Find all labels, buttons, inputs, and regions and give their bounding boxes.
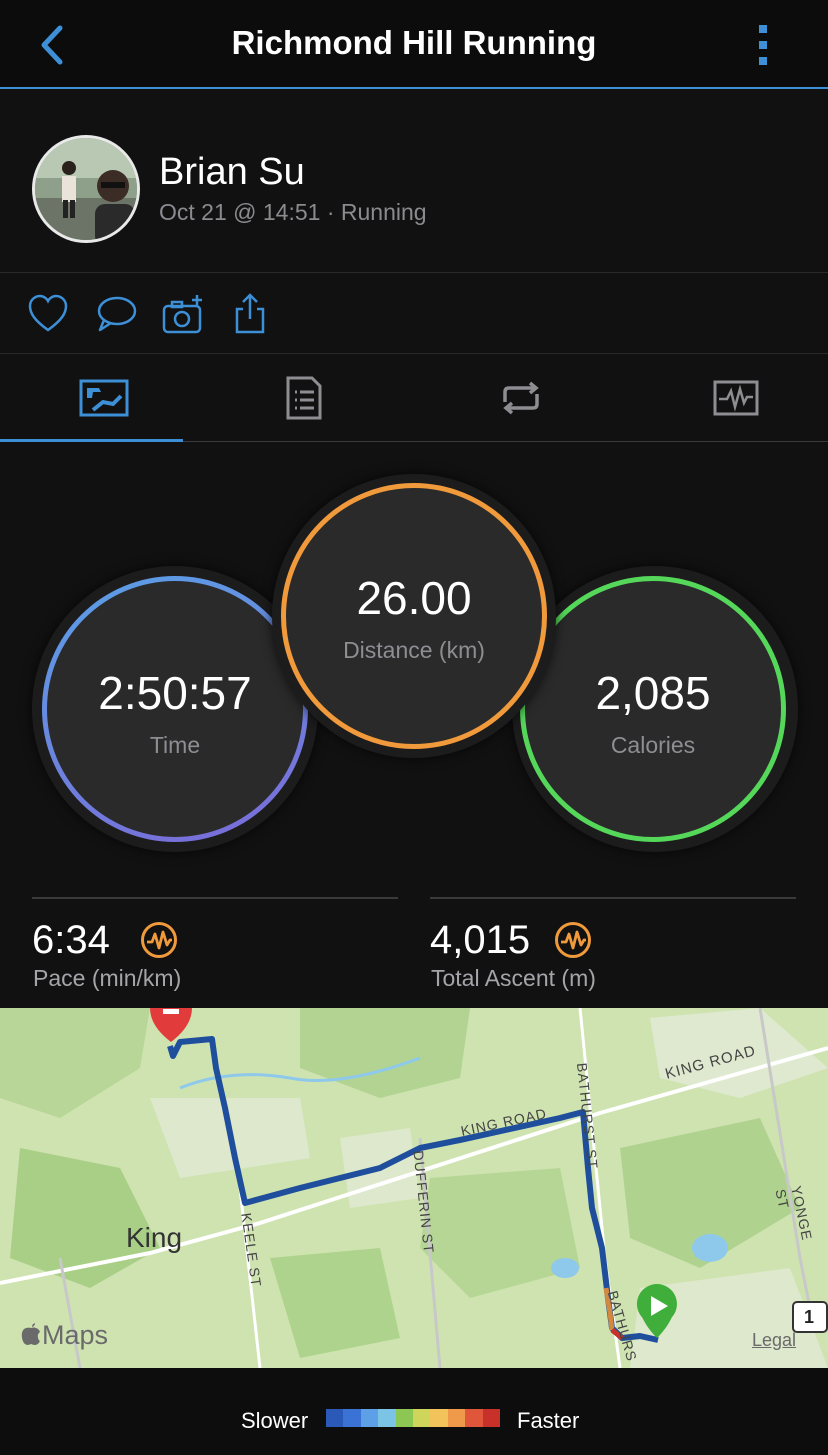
legend-swatch bbox=[343, 1409, 361, 1427]
divider bbox=[430, 897, 796, 899]
divider bbox=[32, 897, 398, 899]
legend-faster: Faster bbox=[517, 1408, 580, 1433]
route-map[interactable]: King KING ROAD KING ROAD KEELE ST DUFFER… bbox=[0, 1008, 828, 1368]
calories-metric[interactable]: 2,085 Calories bbox=[520, 576, 786, 842]
comment-button[interactable] bbox=[94, 292, 138, 336]
maps-attribution: Maps bbox=[20, 1320, 108, 1351]
tab-indicator bbox=[0, 439, 183, 442]
calories-label: Calories bbox=[610, 731, 696, 758]
legal-link[interactable]: Legal bbox=[752, 1330, 796, 1351]
share-button[interactable] bbox=[228, 292, 272, 336]
tab-charts[interactable] bbox=[632, 355, 828, 441]
legend-swatch bbox=[378, 1409, 396, 1427]
document-icon bbox=[286, 376, 321, 420]
top-bar: Richmond Hill Running bbox=[0, 0, 828, 89]
pace-value: 6:34 bbox=[32, 918, 110, 962]
legend-swatch bbox=[430, 1409, 448, 1427]
share-icon bbox=[235, 293, 265, 334]
avatar[interactable] bbox=[32, 135, 140, 243]
tab-laps[interactable] bbox=[417, 355, 624, 441]
pulse-icon[interactable] bbox=[140, 921, 178, 959]
comment-icon bbox=[97, 296, 137, 332]
time-metric[interactable]: 2:50:57 Time bbox=[42, 576, 308, 842]
heart-icon bbox=[28, 294, 68, 332]
more-vertical-icon bbox=[759, 25, 767, 65]
legend-swatch bbox=[413, 1409, 431, 1427]
activity-header: Brian Su Oct 21 @ 14:51 · Running bbox=[0, 91, 828, 273]
add-photo-icon bbox=[162, 295, 202, 334]
pace-label: Pace (min/km) bbox=[33, 965, 182, 991]
more-options-button[interactable] bbox=[744, 22, 784, 68]
chart-icon bbox=[713, 380, 758, 416]
legend-swatch bbox=[447, 1409, 466, 1427]
legend-slower: Slower bbox=[241, 1408, 309, 1433]
social-actions bbox=[0, 274, 828, 354]
distance-metric[interactable]: 26.00 Distance (km) bbox=[281, 483, 547, 749]
tab-summary[interactable] bbox=[0, 355, 207, 441]
map-summary-icon bbox=[79, 379, 128, 417]
legend-swatch bbox=[360, 1409, 379, 1427]
calories-value: 2,085 bbox=[595, 666, 711, 719]
map-label-king: King bbox=[126, 1222, 183, 1253]
legend-swatch bbox=[482, 1409, 501, 1427]
activity-subtitle: Oct 21 @ 14:51 · Running bbox=[159, 199, 427, 225]
activity-tabs bbox=[0, 355, 828, 442]
distance-value: 26.00 bbox=[356, 571, 472, 624]
distance-label: Distance (km) bbox=[343, 636, 485, 663]
ascent-label: Total Ascent (m) bbox=[431, 965, 596, 991]
legend-swatch bbox=[326, 1409, 344, 1427]
time-value: 2:50:57 bbox=[98, 666, 252, 719]
highway-shield: 1 bbox=[804, 1307, 815, 1327]
maps-brand: Maps bbox=[42, 1320, 109, 1350]
like-button[interactable] bbox=[26, 292, 70, 336]
legend-swatch bbox=[465, 1409, 483, 1427]
legend-gradient bbox=[326, 1409, 501, 1427]
time-label: Time bbox=[149, 731, 201, 758]
ascent-value: 4,015 bbox=[430, 918, 531, 962]
add-photo-button[interactable] bbox=[161, 292, 205, 336]
athlete-name: Brian Su bbox=[159, 151, 305, 193]
repeat-icon bbox=[502, 381, 539, 415]
pulse-icon[interactable] bbox=[554, 921, 592, 959]
legend-swatch bbox=[395, 1409, 414, 1427]
apple-logo-icon bbox=[21, 1323, 40, 1345]
tab-details[interactable] bbox=[200, 355, 407, 441]
pace-legend: Slower Faster bbox=[0, 1368, 828, 1455]
page-title: Richmond Hill Running bbox=[231, 24, 597, 61]
